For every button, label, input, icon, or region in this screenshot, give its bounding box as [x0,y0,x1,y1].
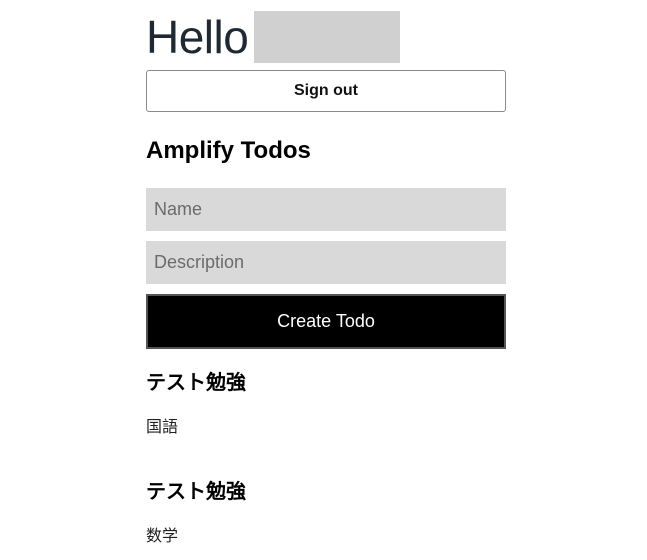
todo-name: テスト勉強 [146,481,246,503]
greeting-row: Hello [146,11,401,63]
todo-item: テスト勉強 国語 [146,370,506,436]
page: Hello Sign out Amplify Todos Create Todo… [0,0,647,560]
username-redacted-block [254,11,401,63]
todo-description: 国語 [146,419,179,436]
app-title: Amplify Todos [146,137,311,164]
todo-name: テスト勉強 [146,372,246,394]
todo-name-input[interactable] [146,188,506,231]
greeting-text: Hello [146,11,249,63]
todo-description-input[interactable] [146,241,506,284]
todo-item: テスト勉強 数学 [146,479,506,545]
sign-out-button[interactable]: Sign out [146,70,506,112]
create-todo-button[interactable]: Create Todo [146,294,506,349]
todo-description: 数学 [146,528,179,545]
